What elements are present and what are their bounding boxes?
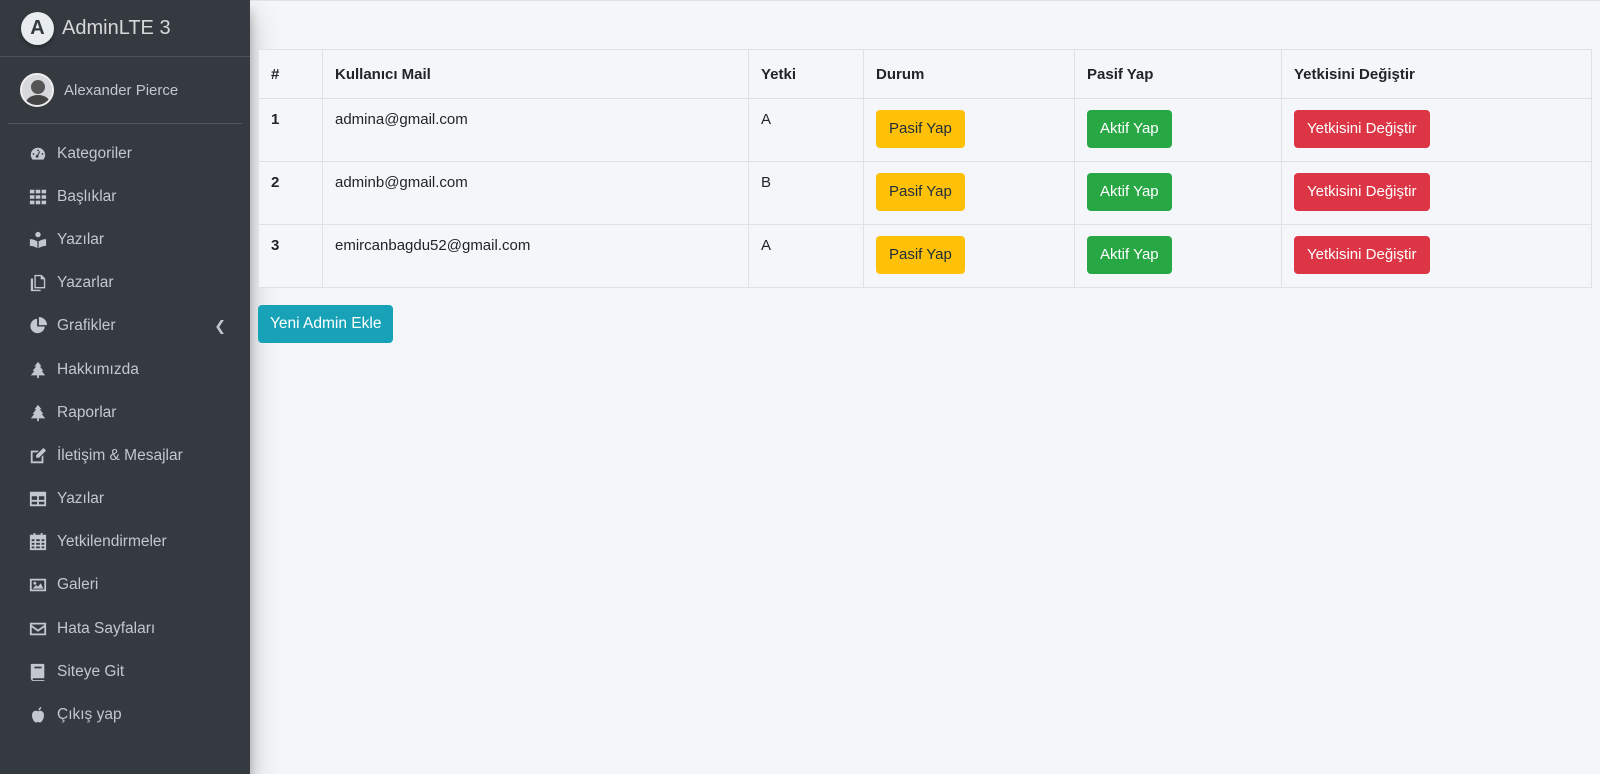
row-status-cell: Pasif Yap bbox=[863, 224, 1075, 288]
row-role: A bbox=[748, 224, 864, 288]
sidebar-item-label: Kategoriler bbox=[57, 144, 132, 162]
sidebar-item-yetkilendirmeler[interactable]: Yetkilendirmeler bbox=[0, 521, 250, 564]
yetkisini-degistir-button[interactable]: Yetkisini Değiştir bbox=[1294, 110, 1430, 148]
copy-icon bbox=[28, 273, 48, 293]
avatar bbox=[20, 73, 54, 107]
row-role: B bbox=[748, 161, 864, 225]
sidebar-item-label: Galeri bbox=[57, 576, 99, 594]
sidebar-item-label: Başlıklar bbox=[57, 187, 117, 205]
table-icon bbox=[28, 489, 48, 509]
main-content: # Kullanıcı Mail Yetki Durum Pasif Yap Y… bbox=[250, 0, 1600, 774]
tachometer-icon bbox=[28, 144, 48, 164]
col-header-change-role: Yetkisini Değiştir bbox=[1281, 49, 1592, 99]
aktif-yap-button[interactable]: Aktif Yap bbox=[1087, 173, 1172, 211]
sidebar-item-label: Yazılar bbox=[57, 490, 105, 508]
book-reader-icon bbox=[28, 230, 48, 250]
aktif-yap-button[interactable]: Aktif Yap bbox=[1087, 236, 1172, 274]
row-toggle-cell: Aktif Yap bbox=[1074, 224, 1282, 288]
brand-title: AdminLTE 3 bbox=[62, 16, 171, 39]
yetkisini-degistir-button[interactable]: Yetkisini Değiştir bbox=[1294, 173, 1430, 211]
table-row: 2 adminb@gmail.com B Pasif Yap Aktif Yap… bbox=[258, 161, 1592, 225]
tree-icon bbox=[28, 360, 48, 380]
row-index: 1 bbox=[258, 98, 323, 162]
brand-link[interactable]: A AdminLTE 3 bbox=[0, 0, 250, 57]
calendar-icon bbox=[28, 532, 48, 552]
brand-logo: A bbox=[21, 11, 54, 45]
row-change-cell: Yetkisini Değiştir bbox=[1281, 224, 1592, 288]
row-change-cell: Yetkisini Değiştir bbox=[1281, 98, 1592, 162]
sidebar-item-label: Çıkış yap bbox=[57, 706, 122, 724]
table-row: 1 admina@gmail.com A Pasif Yap Aktif Yap… bbox=[258, 98, 1592, 162]
user-name[interactable]: Alexander Pierce bbox=[64, 82, 178, 99]
sidebar: A AdminLTE 3 Alexander Pierce Kategorile… bbox=[0, 0, 250, 774]
sidebar-item-kategoriler[interactable]: Kategoriler bbox=[0, 132, 250, 175]
col-header-role: Yetki bbox=[748, 49, 864, 99]
row-index: 2 bbox=[258, 161, 323, 225]
row-mail: admina@gmail.com bbox=[322, 98, 749, 162]
sidebar-item-cikis-yap[interactable]: Çıkış yap bbox=[0, 693, 250, 736]
apple-icon bbox=[28, 705, 48, 725]
envelope-icon bbox=[28, 619, 48, 639]
sidebar-item-yazarlar[interactable]: Yazarlar bbox=[0, 262, 250, 305]
table-header-row: # Kullanıcı Mail Yetki Durum Pasif Yap Y… bbox=[258, 49, 1592, 99]
sidebar-item-raporlar[interactable]: Raporlar bbox=[0, 391, 250, 434]
sidebar-item-yazilar[interactable]: Yazılar bbox=[0, 218, 250, 261]
aktif-yap-button[interactable]: Aktif Yap bbox=[1087, 110, 1172, 148]
sidebar-item-label: Siteye Git bbox=[57, 662, 125, 680]
col-header-mail: Kullanıcı Mail bbox=[322, 49, 749, 99]
sidebar-item-grafikler[interactable]: Grafikler ❮ bbox=[0, 305, 250, 348]
sidebar-item-label: İletişim & Mesajlar bbox=[57, 446, 183, 464]
user-panel[interactable]: Alexander Pierce bbox=[8, 57, 242, 124]
pasif-yap-button[interactable]: Pasif Yap bbox=[876, 110, 965, 148]
add-admin-button[interactable]: Yeni Admin Ekle bbox=[258, 305, 394, 343]
col-header-deactivate: Pasif Yap bbox=[1074, 49, 1282, 99]
col-header-index: # bbox=[258, 49, 323, 99]
grid-icon bbox=[28, 187, 48, 207]
sidebar-nav: Kategoriler Başlıklar Yazılar Yazarlar G… bbox=[0, 124, 250, 737]
col-header-status: Durum bbox=[863, 49, 1075, 99]
row-mail: emircanbagdu52@gmail.com bbox=[322, 224, 749, 288]
sidebar-item-label: Raporlar bbox=[57, 403, 117, 421]
row-index: 3 bbox=[258, 224, 323, 288]
pasif-yap-button[interactable]: Pasif Yap bbox=[876, 173, 965, 211]
row-change-cell: Yetkisini Değiştir bbox=[1281, 161, 1592, 225]
admin-table: # Kullanıcı Mail Yetki Durum Pasif Yap Y… bbox=[258, 49, 1592, 288]
sidebar-item-siteye-git[interactable]: Siteye Git bbox=[0, 650, 250, 693]
sidebar-item-yazilar-table[interactable]: Yazılar bbox=[0, 478, 250, 521]
tree-icon bbox=[28, 403, 48, 423]
pie-chart-icon bbox=[28, 316, 48, 336]
sidebar-item-hakkimizda[interactable]: Hakkımızda bbox=[0, 348, 250, 391]
row-status-cell: Pasif Yap bbox=[863, 161, 1075, 225]
sidebar-item-label: Yazılar bbox=[57, 230, 105, 248]
sidebar-item-label: Hata Sayfaları bbox=[57, 619, 156, 637]
row-toggle-cell: Aktif Yap bbox=[1074, 161, 1282, 225]
sidebar-item-label: Grafikler bbox=[57, 317, 116, 335]
edit-icon bbox=[28, 446, 48, 466]
sidebar-item-basliklar[interactable]: Başlıklar bbox=[0, 175, 250, 218]
table-row: 3 emircanbagdu52@gmail.com A Pasif Yap A… bbox=[258, 224, 1592, 288]
sidebar-item-label: Hakkımızda bbox=[57, 360, 139, 378]
sidebar-item-iletisim[interactable]: İletişim & Mesajlar bbox=[0, 434, 250, 477]
row-role: A bbox=[748, 98, 864, 162]
book-icon bbox=[28, 662, 48, 682]
yetkisini-degistir-button[interactable]: Yetkisini Değiştir bbox=[1294, 236, 1430, 274]
row-mail: adminb@gmail.com bbox=[322, 161, 749, 225]
sidebar-item-galeri[interactable]: Galeri bbox=[0, 564, 250, 607]
image-icon bbox=[28, 575, 48, 595]
row-status-cell: Pasif Yap bbox=[863, 98, 1075, 162]
sidebar-item-label: Yazarlar bbox=[57, 274, 114, 292]
chevron-left-icon[interactable]: ❮ bbox=[214, 318, 226, 335]
sidebar-item-label: Yetkilendirmeler bbox=[57, 533, 167, 551]
row-toggle-cell: Aktif Yap bbox=[1074, 98, 1282, 162]
pasif-yap-button[interactable]: Pasif Yap bbox=[876, 236, 965, 274]
sidebar-item-hata-sayfalari[interactable]: Hata Sayfaları bbox=[0, 607, 250, 650]
